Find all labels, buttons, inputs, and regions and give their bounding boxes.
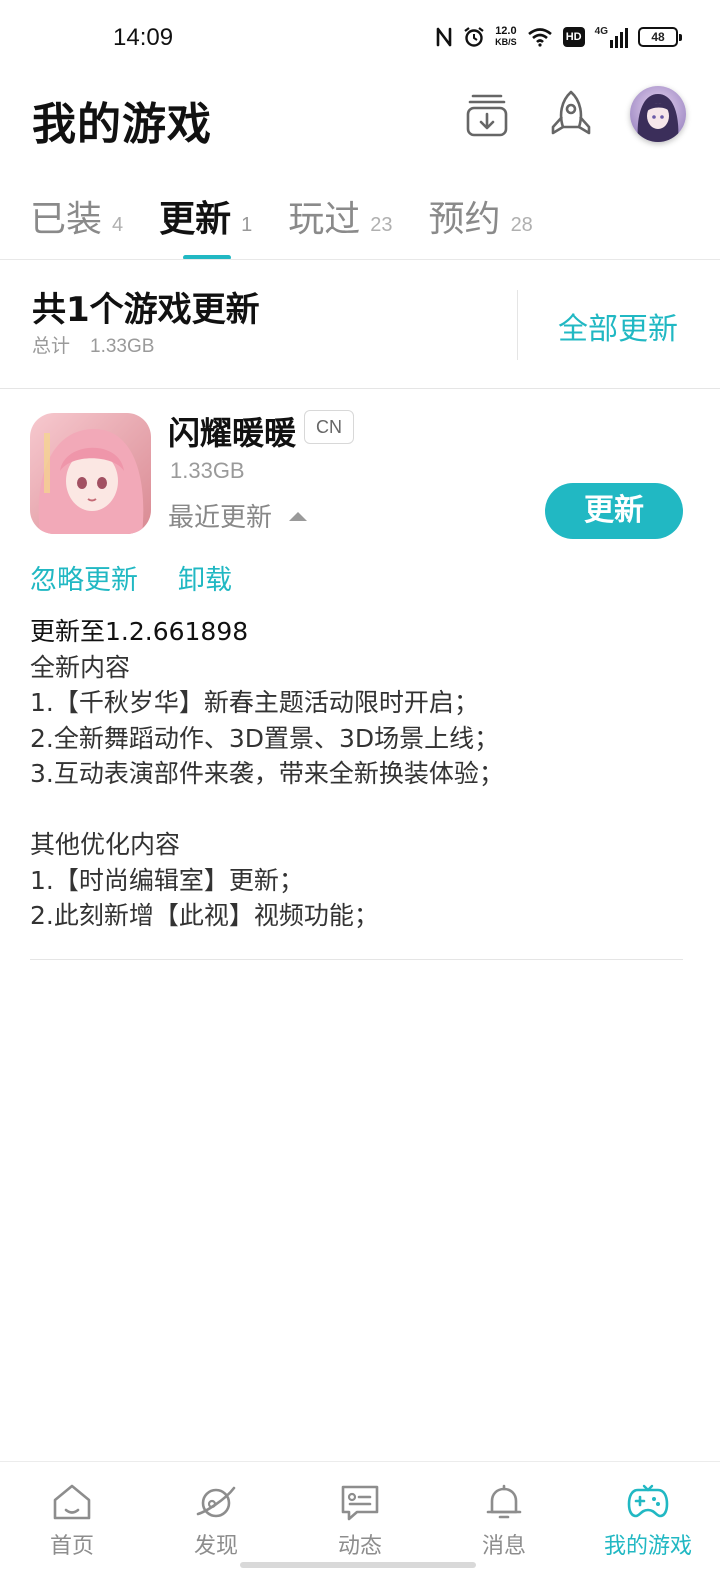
changelog-line: 3.互动表演部件来袭，带来全新换装体验；	[30, 759, 504, 788]
divider	[0, 388, 720, 389]
rocket-icon	[551, 90, 591, 135]
battery-indicator: 48	[638, 27, 682, 47]
vertical-divider	[517, 290, 518, 360]
divider	[0, 259, 720, 260]
alarm-icon	[464, 27, 484, 47]
bell-icon	[486, 1484, 522, 1519]
changelog-line: 1.【千秋岁华】新春主题活动限时开启；	[30, 688, 479, 717]
nav-home[interactable]: 首页	[0, 1462, 144, 1584]
page-title: 我的游戏	[32, 99, 212, 150]
status-time: 14:09	[113, 24, 174, 51]
changelog-line: 1.【时尚编辑室】更新；	[30, 865, 304, 895]
download-manager-button[interactable]	[462, 86, 512, 142]
region-badge: CN	[304, 410, 354, 444]
tab-reserved[interactable]: 预约 28	[429, 190, 533, 242]
home-indicator[interactable]	[240, 1562, 476, 1568]
update-total-size: 总计 1.33GB	[32, 335, 155, 357]
net-speed: 12.0 KB/S	[495, 25, 517, 48]
caret-up-icon	[289, 511, 308, 521]
changelog-line: 其他优化内容	[30, 830, 181, 859]
ignore-update-link[interactable]: 忽略更新	[30, 558, 138, 597]
changelog-line	[30, 792, 690, 828]
changelog-line: 2.全新舞蹈动作、3D置景、3D场景上线；	[30, 723, 500, 753]
game-artwork	[30, 413, 151, 534]
update-summary-title: 共1个游戏更新	[32, 290, 260, 330]
header-actions	[462, 86, 686, 142]
game-actions: 忽略更新 卸载	[30, 558, 232, 597]
speedup-button[interactable]	[546, 86, 596, 142]
status-bar: 14:09 12.0 KB/S HD 4G 48	[0, 0, 720, 80]
changelog: 更新至1.2.661898 全新内容 1.【千秋岁华】新春主题活动限时开启； 2…	[30, 614, 690, 934]
game-icon[interactable]	[30, 413, 151, 534]
game-tabs: 已装 4 更新 1 玩过 23 预约 28	[30, 190, 569, 242]
update-all-button[interactable]: 全部更新	[558, 304, 678, 348]
nfc-icon	[436, 27, 452, 47]
game-size: 1.33GB	[170, 458, 245, 483]
download-box-icon	[466, 94, 508, 137]
planet-icon	[196, 1486, 236, 1518]
signal-icon: 4G	[595, 26, 628, 48]
hd-badge: HD	[562, 27, 585, 47]
changelog-line: 全新内容	[30, 652, 131, 682]
avatar-image	[630, 86, 686, 142]
nav-my-games[interactable]: 我的游戏	[576, 1462, 720, 1584]
wifi-icon	[527, 28, 552, 47]
tab-played[interactable]: 玩过 23	[288, 190, 392, 242]
divider	[30, 959, 683, 960]
status-icons: 12.0 KB/S HD 4G 48	[435, 25, 682, 48]
changelog-line: 更新至1.2.661898	[30, 617, 249, 646]
recent-update-toggle[interactable]: 最近更新	[168, 497, 308, 534]
game-name[interactable]: 闪耀暖暖	[168, 408, 296, 454]
uninstall-link[interactable]: 卸载	[178, 558, 232, 597]
gamepad-icon	[627, 1484, 669, 1518]
tab-updates[interactable]: 更新 1	[159, 190, 252, 242]
update-button[interactable]: 更新	[545, 483, 683, 539]
home-icon	[53, 1484, 91, 1520]
changelog-line: 2.此刻新增【此视】视频功能；	[30, 901, 379, 930]
avatar[interactable]	[630, 86, 686, 142]
chat-card-icon	[341, 1485, 379, 1521]
tab-installed[interactable]: 已装 4	[30, 190, 123, 242]
